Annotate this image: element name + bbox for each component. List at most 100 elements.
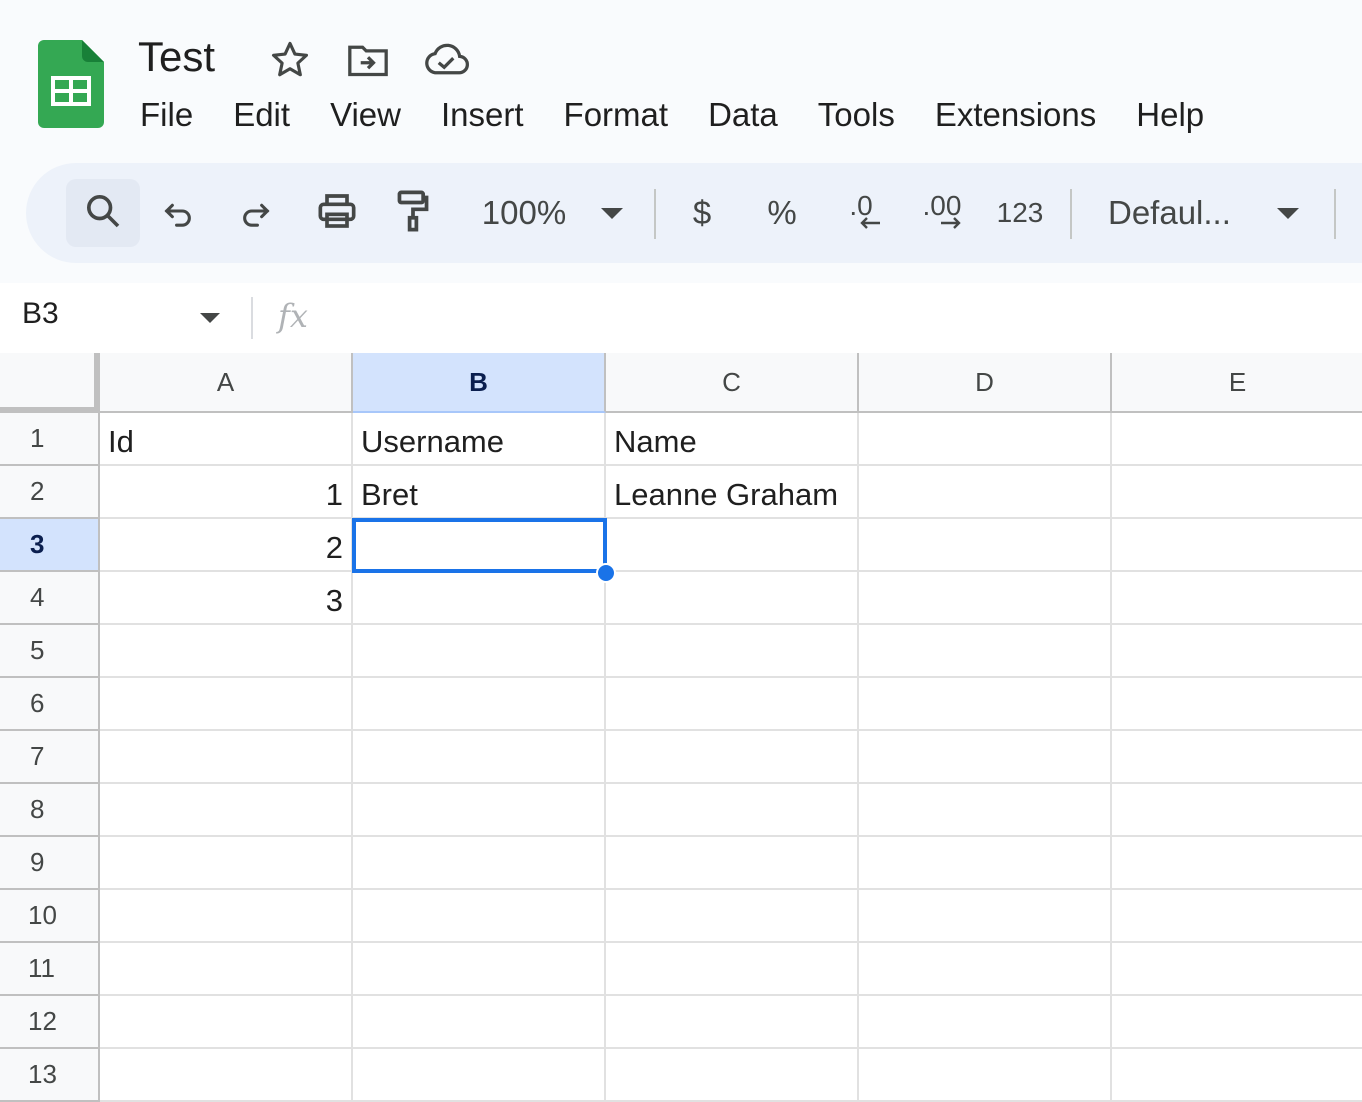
cell-d3[interactable] [859, 519, 1112, 572]
cell-e8[interactable] [1112, 784, 1362, 837]
zoom-value[interactable]: 100% [474, 185, 574, 241]
cell-e2[interactable] [1112, 466, 1362, 519]
cell-c10[interactable] [606, 890, 859, 943]
column-header-d[interactable]: D [859, 353, 1112, 413]
cell-b6[interactable] [353, 678, 606, 731]
row-header-8[interactable]: 8 [0, 784, 100, 837]
menu-extensions[interactable]: Extensions [915, 94, 1116, 136]
row-header-1[interactable]: 1 [0, 413, 100, 466]
column-header-e[interactable]: E [1112, 353, 1362, 413]
cell-d1[interactable] [859, 413, 1112, 466]
cell-c13[interactable] [606, 1049, 859, 1102]
cell-c4[interactable] [606, 572, 859, 625]
print-button[interactable] [310, 185, 364, 241]
menu-data[interactable]: Data [688, 94, 798, 136]
column-header-b[interactable]: B [353, 353, 606, 413]
cloud-saved-icon[interactable] [422, 38, 470, 82]
menu-tools[interactable]: Tools [798, 94, 915, 136]
row-header-5[interactable]: 5 [0, 625, 100, 678]
cell-a3[interactable]: 2 [100, 519, 353, 572]
menu-edit[interactable]: Edit [213, 94, 310, 136]
cell-c5[interactable] [606, 625, 859, 678]
cell-b13[interactable] [353, 1049, 606, 1102]
row-header-13[interactable]: 13 [0, 1049, 100, 1102]
cell-e1[interactable] [1112, 413, 1362, 466]
row-header-6[interactable]: 6 [0, 678, 100, 731]
cell-c8[interactable] [606, 784, 859, 837]
cell-a1[interactable]: Id [100, 413, 353, 466]
menu-file[interactable]: File [140, 94, 213, 136]
cell-a2[interactable]: 1 [100, 466, 353, 519]
cell-e4[interactable] [1112, 572, 1362, 625]
cell-e9[interactable] [1112, 837, 1362, 890]
cell-c7[interactable] [606, 731, 859, 784]
document-title[interactable]: Test [138, 32, 215, 82]
cell-b9[interactable] [353, 837, 606, 890]
cell-c2[interactable]: Leanne Graham [606, 466, 859, 519]
row-header-11[interactable]: 11 [0, 943, 100, 996]
redo-button[interactable] [232, 185, 280, 241]
cell-d8[interactable] [859, 784, 1112, 837]
cell-c3[interactable] [606, 519, 859, 572]
undo-button[interactable] [154, 185, 202, 241]
font-dropdown-icon[interactable] [1274, 185, 1302, 241]
cell-c9[interactable] [606, 837, 859, 890]
cell-e10[interactable] [1112, 890, 1362, 943]
cell-b8[interactable] [353, 784, 606, 837]
cell-c12[interactable] [606, 996, 859, 1049]
cell-e7[interactable] [1112, 731, 1362, 784]
cell-d6[interactable] [859, 678, 1112, 731]
menu-help[interactable]: Help [1116, 94, 1224, 136]
cell-a10[interactable] [100, 890, 353, 943]
more-formats-button[interactable]: 123 [992, 185, 1048, 241]
cell-a9[interactable] [100, 837, 353, 890]
cell-b1[interactable]: Username [353, 413, 606, 466]
cell-d10[interactable] [859, 890, 1112, 943]
row-header-9[interactable]: 9 [0, 837, 100, 890]
menu-format[interactable]: Format [544, 94, 689, 136]
cell-b2[interactable]: Bret [353, 466, 606, 519]
name-box[interactable]: B3 [22, 297, 59, 331]
cell-a11[interactable] [100, 943, 353, 996]
currency-format-button[interactable]: $ [682, 185, 722, 241]
cell-a7[interactable] [100, 731, 353, 784]
cell-d5[interactable] [859, 625, 1112, 678]
font-family-select[interactable]: Defaul... [1108, 185, 1248, 241]
search-menus-button[interactable] [66, 179, 140, 247]
cell-d13[interactable] [859, 1049, 1112, 1102]
cell-b3[interactable] [353, 519, 606, 572]
row-header-12[interactable]: 12 [0, 996, 100, 1049]
menu-view[interactable]: View [310, 94, 421, 136]
cell-b4[interactable] [353, 572, 606, 625]
column-header-c[interactable]: C [606, 353, 859, 413]
row-header-3[interactable]: 3 [0, 519, 100, 572]
cell-e13[interactable] [1112, 1049, 1362, 1102]
move-to-folder-icon[interactable] [344, 38, 392, 82]
cell-e3[interactable] [1112, 519, 1362, 572]
cell-d9[interactable] [859, 837, 1112, 890]
cell-c6[interactable] [606, 678, 859, 731]
cell-a5[interactable] [100, 625, 353, 678]
cell-e11[interactable] [1112, 943, 1362, 996]
cell-b12[interactable] [353, 996, 606, 1049]
star-icon[interactable] [266, 38, 314, 82]
cell-e6[interactable] [1112, 678, 1362, 731]
row-header-2[interactable]: 2 [0, 466, 100, 519]
increase-decimal-button[interactable]: .00 [914, 185, 970, 241]
cell-a6[interactable] [100, 678, 353, 731]
cell-b7[interactable] [353, 731, 606, 784]
cell-e5[interactable] [1112, 625, 1362, 678]
cell-a12[interactable] [100, 996, 353, 1049]
row-header-4[interactable]: 4 [0, 572, 100, 625]
cell-d11[interactable] [859, 943, 1112, 996]
cell-c1[interactable]: Name [606, 413, 859, 466]
row-header-10[interactable]: 10 [0, 890, 100, 943]
cell-e12[interactable] [1112, 996, 1362, 1049]
cell-a13[interactable] [100, 1049, 353, 1102]
decrease-decimal-button[interactable]: .0 [836, 185, 886, 241]
cell-d12[interactable] [859, 996, 1112, 1049]
cell-a4[interactable]: 3 [100, 572, 353, 625]
column-header-a[interactable]: A [100, 353, 353, 413]
row-header-7[interactable]: 7 [0, 731, 100, 784]
cell-d4[interactable] [859, 572, 1112, 625]
